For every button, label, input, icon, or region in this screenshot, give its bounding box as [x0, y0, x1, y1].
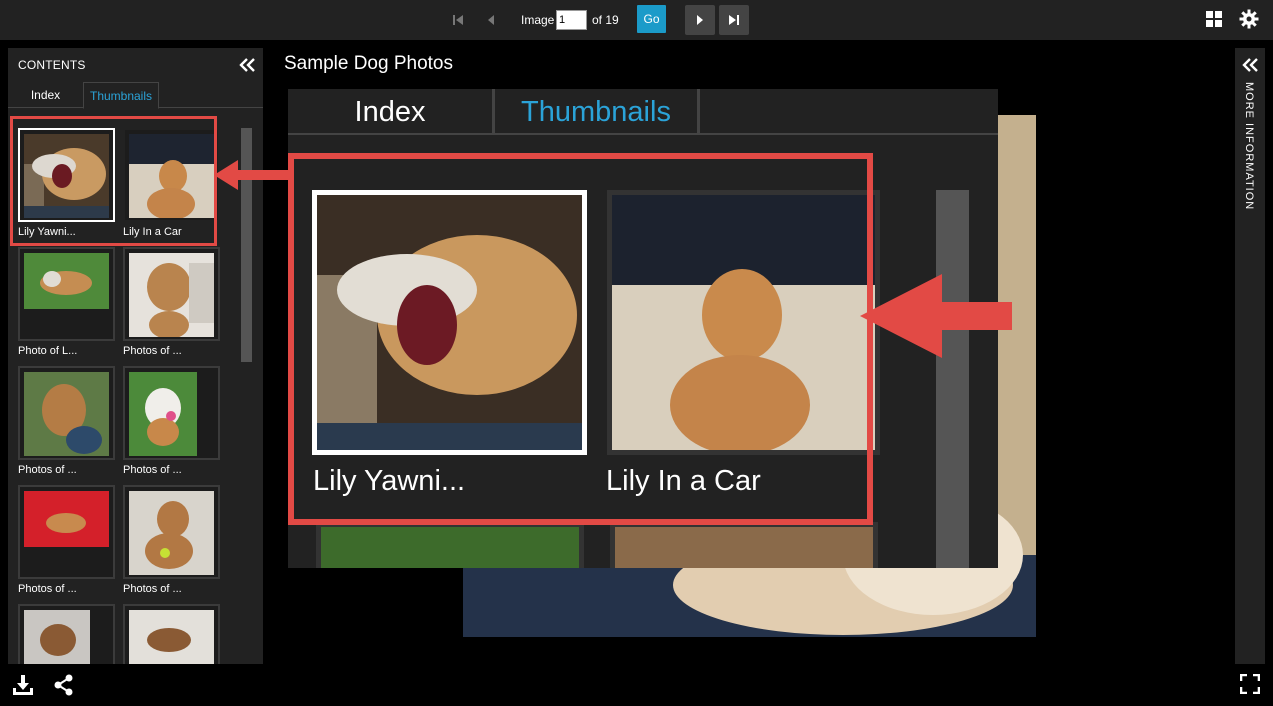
thumbnail-frame [123, 366, 220, 460]
thumbnail-frame [18, 247, 115, 341]
zoom-thumbnail-3 [316, 522, 584, 568]
thumbnail-image [24, 610, 90, 664]
thumbnail-image [24, 372, 109, 456]
thumbnail-frame [123, 604, 220, 664]
contents-panel: CONTENTS Index Thumbnails Lily Yawni... … [8, 48, 263, 664]
fullscreen-icon [1239, 673, 1261, 695]
tab-thumbnails[interactable]: Thumbnails [83, 82, 159, 109]
thumbnail-frame [18, 485, 115, 579]
next-image-button[interactable] [685, 5, 715, 35]
thumbnail-image [24, 491, 109, 547]
share-icon [54, 674, 73, 696]
thumbnail-caption: Photos of ... [18, 583, 77, 595]
zoom-scrollbar [936, 190, 969, 568]
skip-to-last-icon [729, 15, 739, 25]
grid-view-icon [1206, 11, 1222, 27]
thumbnail-frame [123, 247, 220, 341]
thumbnail-caption: Photo of L... [18, 345, 78, 357]
expand-more-information-button[interactable] [1241, 57, 1259, 73]
share-button[interactable] [53, 674, 75, 696]
callout-arrow-icon [214, 160, 294, 190]
thumbnail-item[interactable]: Photos of ... [18, 485, 116, 595]
double-chevron-left-icon [239, 58, 255, 72]
more-information-label: MORE INFORMATION [1243, 82, 1255, 211]
skip-to-first-icon [453, 15, 463, 25]
contents-tabs: Index Thumbnails [8, 82, 263, 109]
thumbnail-caption: Photos of ... [123, 464, 182, 476]
double-chevron-left-icon [1242, 58, 1258, 72]
zoom-tab-index: Index [288, 89, 495, 135]
previous-image-button[interactable] [477, 6, 505, 34]
last-image-button[interactable] [719, 5, 749, 35]
highlight-box [10, 116, 217, 246]
thumbnail-image [129, 610, 214, 664]
image-label: Image [521, 13, 555, 27]
next-icon [697, 15, 703, 25]
gear-icon [1239, 9, 1259, 29]
zoom-highlight-box [288, 153, 873, 525]
top-toolbar: Image of 19 Go [0, 0, 1273, 40]
thumbnail-frame [18, 604, 115, 664]
first-image-button[interactable] [444, 6, 472, 34]
thumbnail-item[interactable] [123, 604, 221, 664]
thumbnail-item[interactable]: Photos of ... [18, 366, 116, 476]
zoom-arrow-icon [860, 274, 1012, 358]
thumbnail-image [129, 491, 214, 575]
grid-view-button[interactable] [1205, 10, 1225, 30]
previous-icon [488, 15, 494, 25]
fullscreen-button[interactable] [1239, 673, 1262, 696]
settings-button[interactable] [1239, 9, 1261, 31]
image-number-input[interactable] [556, 10, 587, 30]
thumbnail-item[interactable]: Photos of ... [123, 366, 221, 476]
more-information-panel: MORE INFORMATION [1235, 48, 1265, 664]
contents-title: CONTENTS [18, 58, 86, 72]
tab-index[interactable]: Index [8, 82, 83, 108]
go-button[interactable]: Go [637, 5, 666, 33]
thumbnail-item[interactable] [18, 604, 116, 664]
thumbnail-caption: Photos of ... [18, 464, 77, 476]
zoom-thumbnail-4 [610, 522, 878, 568]
zoom-tab-thumbnails: Thumbnails [495, 89, 700, 135]
thumbnail-item[interactable]: Photo of L... [18, 247, 116, 357]
thumbnail-image [129, 253, 214, 337]
page-title: Sample Dog Photos [284, 53, 453, 74]
thumbnail-image [24, 253, 109, 309]
thumbnail-item[interactable]: Photos of ... [123, 247, 221, 357]
collapse-contents-button[interactable] [238, 57, 256, 73]
thumbnail-caption: Photos of ... [123, 583, 182, 595]
thumbnail-item[interactable]: Photos of ... [123, 485, 221, 595]
thumbnail-caption: Photos of ... [123, 345, 182, 357]
thumbnail-frame [123, 485, 220, 579]
image-count-label: of 19 [592, 13, 619, 27]
download-icon [13, 675, 33, 695]
thumbnail-image [129, 372, 197, 456]
download-button[interactable] [12, 674, 34, 696]
thumbnail-frame [18, 366, 115, 460]
